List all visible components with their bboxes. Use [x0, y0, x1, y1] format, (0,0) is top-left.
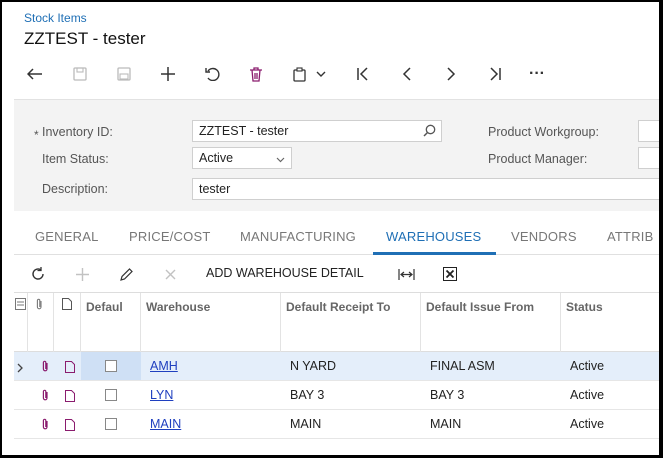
tab-attributes[interactable]: ATTRIB: [607, 229, 653, 244]
status-cell: Active: [570, 359, 605, 373]
default-checkbox[interactable]: [105, 360, 117, 372]
item-status-label: Item Status:: [42, 152, 109, 166]
app-window: Stock Items ZZTEST - tester ··· * Invent…: [2, 2, 659, 455]
previous-record-icon[interactable]: [393, 60, 421, 88]
receipt-to-cell: BAY 3: [290, 388, 325, 402]
add-warehouse-detail-button[interactable]: ADD WAREHOUSE DETAIL: [206, 266, 364, 280]
status-cell: Active: [570, 417, 605, 431]
description-field[interactable]: tester: [192, 178, 659, 200]
copy-paste-icon[interactable]: [286, 60, 314, 88]
note-icon[interactable]: [65, 389, 75, 407]
tab-vendors[interactable]: VENDORS: [511, 229, 577, 244]
col-issue-from-header[interactable]: Default Issue From: [421, 293, 561, 352]
chevron-down-icon: [276, 152, 285, 166]
inventory-id-value: ZZTEST - tester: [199, 124, 289, 138]
tab-price-cost[interactable]: PRICE/COST: [129, 229, 210, 244]
add-row-icon[interactable]: [72, 262, 92, 286]
product-manager-field[interactable]: [638, 147, 659, 169]
default-cell: [81, 352, 141, 380]
product-workgroup-label: Product Workgroup:: [488, 125, 599, 139]
inventory-id-field[interactable]: ZZTEST - tester: [192, 120, 442, 142]
warehouse-link[interactable]: MAIN: [150, 410, 181, 438]
next-record-icon[interactable]: [437, 60, 465, 88]
product-workgroup-field[interactable]: [638, 120, 659, 142]
col-warehouse-header[interactable]: Warehouse: [141, 293, 281, 352]
delete-icon[interactable]: [242, 60, 270, 88]
table-row[interactable]: AMH N YARD FINAL ASM Active: [14, 352, 659, 381]
fit-columns-icon[interactable]: [396, 262, 416, 286]
default-cell: [81, 410, 141, 438]
attachment-icon[interactable]: [41, 418, 50, 436]
receipt-to-cell: MAIN: [290, 417, 322, 431]
tab-manufacturing[interactable]: MANUFACTURING: [240, 229, 356, 244]
product-manager-label: Product Manager:: [488, 152, 588, 166]
more-icon[interactable]: ···: [523, 60, 551, 88]
tab-bar: GENERAL PRICE/COST MANUFACTURING WAREHOU…: [14, 221, 659, 255]
default-checkbox[interactable]: [105, 389, 117, 401]
issue-from-cell: BAY 3: [430, 388, 465, 402]
default-cell: [81, 381, 141, 409]
note-icon[interactable]: [65, 360, 75, 378]
last-record-icon[interactable]: [481, 60, 509, 88]
col-status-header[interactable]: Status: [561, 293, 659, 352]
note-header-icon: [54, 293, 81, 352]
save-close-icon[interactable]: [66, 60, 94, 88]
active-tab-indicator: [373, 252, 496, 255]
col-receipt-to-header[interactable]: Default Receipt To: [281, 293, 421, 352]
warehouse-link[interactable]: LYN: [150, 381, 173, 409]
note-icon[interactable]: [65, 418, 75, 436]
attachment-icon[interactable]: [41, 389, 50, 407]
item-status-select[interactable]: Active: [192, 147, 292, 169]
grid-header: Defaul Warehouse Default Receipt To Defa…: [14, 292, 659, 352]
attachment-header-icon: [28, 293, 54, 352]
add-icon[interactable]: [154, 60, 182, 88]
grid-toolbar: ADD WAREHOUSE DETAIL: [14, 258, 659, 290]
table-row[interactable]: LYN BAY 3 BAY 3 Active: [14, 381, 659, 410]
export-excel-icon[interactable]: [440, 262, 460, 286]
page-title: ZZTEST - tester: [24, 29, 146, 48]
back-icon[interactable]: [21, 60, 49, 88]
status-cell: Active: [570, 388, 605, 402]
issue-from-cell: FINAL ASM: [430, 359, 495, 373]
table-row[interactable]: MAIN MAIN MAIN Active: [14, 410, 659, 439]
undo-icon[interactable]: [198, 60, 226, 88]
save-icon[interactable]: [110, 60, 138, 88]
issue-from-cell: MAIN: [430, 417, 462, 431]
required-mark: *: [34, 128, 39, 142]
summary-form: * Inventory ID: ZZTEST - tester Item Sta…: [14, 99, 659, 211]
description-label: Description:: [42, 182, 108, 196]
description-value: tester: [199, 182, 231, 196]
main-toolbar: ···: [2, 60, 659, 88]
row-selector-header-icon[interactable]: [14, 293, 28, 352]
tab-general[interactable]: GENERAL: [35, 229, 99, 244]
delete-row-icon[interactable]: [160, 262, 180, 286]
col-default-header[interactable]: Defaul: [81, 293, 141, 352]
warehouse-grid: Defaul Warehouse Default Receipt To Defa…: [14, 292, 659, 439]
edit-icon[interactable]: [116, 262, 136, 286]
attachment-icon[interactable]: [41, 360, 50, 378]
warehouse-link[interactable]: AMH: [150, 352, 178, 380]
chevron-down-icon[interactable]: [311, 60, 331, 88]
first-record-icon[interactable]: [349, 60, 377, 88]
breadcrumb[interactable]: Stock Items: [24, 11, 87, 25]
search-icon[interactable]: [423, 124, 436, 140]
default-checkbox[interactable]: [105, 418, 117, 430]
item-status-value: Active: [199, 151, 234, 165]
inventory-id-label: Inventory ID:: [42, 125, 113, 139]
tab-warehouses[interactable]: WAREHOUSES: [386, 229, 481, 244]
refresh-icon[interactable]: [28, 262, 48, 286]
receipt-to-cell: N YARD: [290, 359, 337, 373]
row-pointer-icon: [17, 360, 24, 378]
